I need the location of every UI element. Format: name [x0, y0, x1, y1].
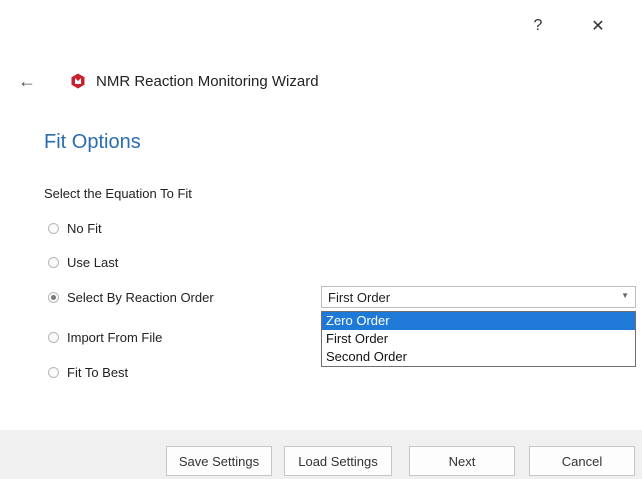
- radio-use-last[interactable]: Use Last: [48, 252, 118, 272]
- help-button[interactable]: ?: [520, 12, 556, 40]
- radio-import-from-file[interactable]: Import From File: [48, 327, 162, 347]
- footer-bar: Save Settings Load Settings Next Cancel: [0, 430, 642, 479]
- reaction-order-dropdown: Zero Order First Order Second Order: [321, 311, 636, 367]
- close-button[interactable]: ✕: [580, 12, 616, 40]
- wizard-header: ← NMR Reaction Monitoring Wizard: [12, 66, 319, 96]
- wizard-window: ? ✕ ← NMR Reaction Monitoring Wizard Fit…: [0, 0, 642, 479]
- radio-label: No Fit: [67, 220, 102, 236]
- radio-no-fit[interactable]: No Fit: [48, 218, 102, 238]
- cancel-button[interactable]: Cancel: [529, 446, 635, 476]
- dropdown-item-zero-order[interactable]: Zero Order: [322, 312, 635, 330]
- close-icon: ✕: [591, 18, 605, 35]
- dropdown-item-first-order[interactable]: First Order: [322, 330, 635, 348]
- radio-label: Select By Reaction Order: [67, 289, 214, 305]
- dropdown-item-second-order[interactable]: Second Order: [322, 348, 635, 366]
- radio-label: Use Last: [67, 254, 119, 270]
- radio-button-icon[interactable]: [48, 331, 59, 343]
- reaction-order-select[interactable]: First Order ▼: [321, 286, 636, 308]
- radio-fit-to-best[interactable]: Fit To Best: [48, 362, 128, 382]
- radio-button-icon[interactable]: [48, 366, 59, 378]
- help-icon: ?: [533, 17, 543, 34]
- chevron-down-icon[interactable]: ▼: [621, 291, 629, 300]
- radio-button-icon[interactable]: [48, 222, 59, 234]
- radio-button-icon[interactable]: [48, 256, 59, 268]
- radio-button-checked-icon[interactable]: [48, 291, 59, 303]
- save-settings-button[interactable]: Save Settings: [166, 446, 272, 476]
- equation-label: Select the Equation To Fit: [44, 186, 192, 201]
- reaction-order-value: First Order: [328, 289, 391, 305]
- wizard-title: NMR Reaction Monitoring Wizard: [96, 72, 319, 90]
- back-arrow-icon[interactable]: ←: [12, 66, 48, 96]
- load-settings-button[interactable]: Load Settings: [284, 446, 392, 476]
- radio-select-by-reaction-order[interactable]: Select By Reaction Order: [48, 287, 214, 307]
- app-logo-icon: [71, 73, 85, 89]
- next-button[interactable]: Next: [409, 446, 515, 476]
- radio-label: Import From File: [67, 329, 163, 345]
- radio-label: Fit To Best: [67, 364, 129, 380]
- section-title: Fit Options: [44, 131, 141, 153]
